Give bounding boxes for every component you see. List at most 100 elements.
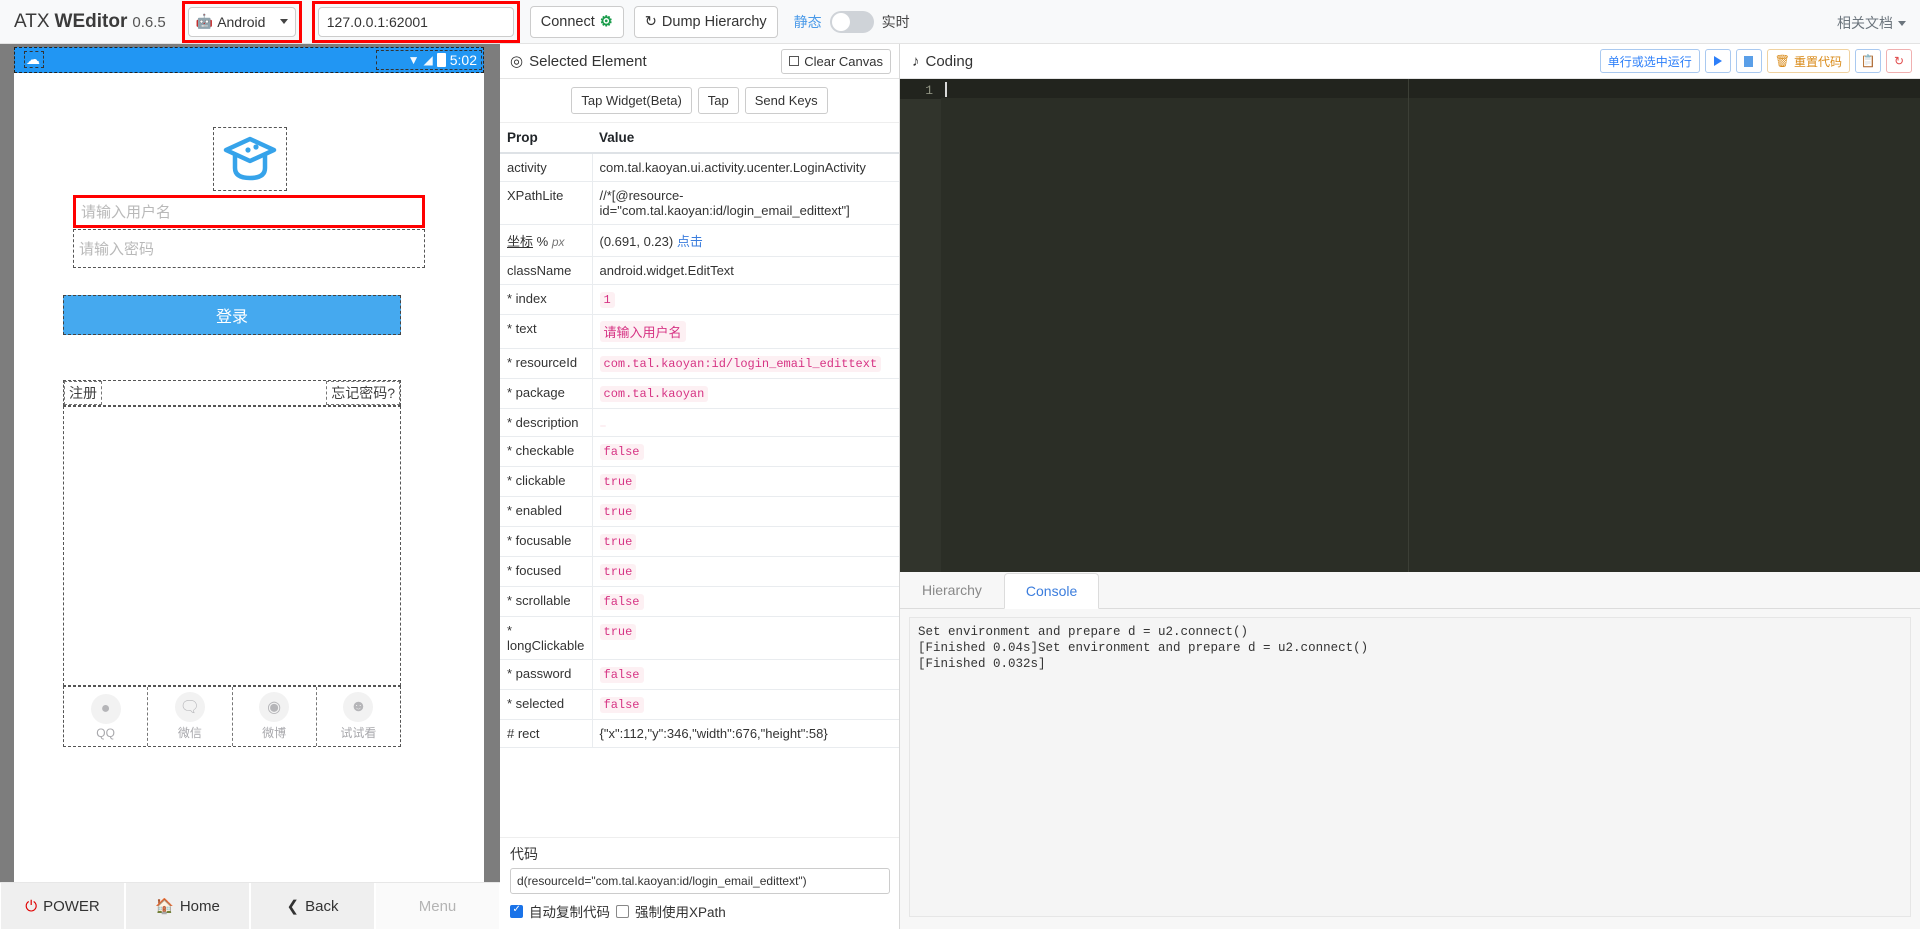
tab-console[interactable]: Console <box>1003 573 1100 609</box>
copy-icon: 📋 <box>1860 54 1876 68</box>
force-xpath-checkbox[interactable] <box>616 904 629 918</box>
toggle-knob <box>831 12 850 31</box>
social-login-wechat[interactable]: 🗨 微信 <box>148 687 233 746</box>
property-key: * package <box>500 378 593 409</box>
coding-title: Coding <box>925 52 974 70</box>
active-line-highlight <box>941 79 1920 98</box>
app-logo[interactable] <box>213 127 287 191</box>
play-icon <box>1713 56 1722 66</box>
code-editor[interactable]: 1 <box>900 79 1920 572</box>
run-button[interactable] <box>1704 49 1731 73</box>
live-mode-toggle[interactable] <box>829 10 874 33</box>
coding-panel: ♪ Coding 单行或选中运行 🗑 重置代码 📋 ↻ 1 Hierarchy … <box>900 44 1920 929</box>
social-login-weibo[interactable]: ◉ 微博 <box>233 687 317 746</box>
dump-hierarchy-label: Dump Hierarchy <box>661 13 767 30</box>
element-actions-row: Tap Widget(Beta) Tap Send Keys <box>500 79 899 123</box>
refresh-code-button[interactable]: ↻ <box>1886 49 1912 73</box>
connect-button[interactable]: Connect ⚙ <box>529 5 624 38</box>
coding-toolbar: 单行或选中运行 🗑 重置代码 📋 ↻ <box>1599 49 1912 73</box>
editor-text-area[interactable] <box>941 79 1920 572</box>
property-value: true <box>592 616 899 660</box>
chevron-down-icon <box>1898 20 1906 26</box>
wechat-icon: 🗨 <box>174 692 205 722</box>
social-label: 微信 <box>177 726 202 740</box>
tab-hierarchy[interactable]: Hierarchy <box>900 572 1004 608</box>
social-login-qq[interactable]: ● QQ <box>64 687 149 746</box>
back-button[interactable]: ❮ Back <box>251 883 374 929</box>
table-row: * text 请输入用户名 <box>500 314 899 349</box>
run-selection-button[interactable]: 单行或选中运行 <box>1599 49 1700 73</box>
device-address-input[interactable] <box>317 6 514 37</box>
property-key: * index <box>500 284 593 315</box>
power-button[interactable]: ⏻ POWER <box>1 883 124 929</box>
property-value: false <box>592 436 899 467</box>
property-key: * description <box>500 408 593 437</box>
copy-code-button[interactable]: 📋 <box>1855 49 1881 73</box>
social-login-try[interactable]: ☻ 试试看 <box>317 687 400 746</box>
property-value: //*[@resource-id="com.tal.kaoyan:id/logi… <box>592 181 899 225</box>
table-body: activity com.tal.kaoyan.ui.activity.ucent… <box>500 153 899 748</box>
menu-button[interactable]: Menu <box>376 883 499 929</box>
home-icon: 🏠 <box>155 898 174 915</box>
related-docs-menu[interactable]: 相关文档 <box>1837 13 1906 33</box>
social-label: QQ <box>96 725 115 740</box>
login-button[interactable]: 登录 <box>63 295 401 335</box>
column-header-prop: Prop <box>500 123 592 154</box>
table-row: className android.widget.EditText <box>500 256 899 285</box>
property-value: false <box>592 586 899 617</box>
property-key: XPathLite <box>500 181 593 225</box>
auto-copy-checkbox[interactable] <box>510 904 523 918</box>
generated-code-input[interactable] <box>510 868 890 894</box>
output-tabs: Hierarchy Console <box>900 572 1920 609</box>
send-keys-button[interactable]: Send Keys <box>744 87 828 114</box>
property-key: * password <box>500 659 593 690</box>
platform-select[interactable]: 🤖 Android <box>187 6 296 37</box>
home-label: Home <box>179 897 220 915</box>
reset-code-label: 重置代码 <box>1793 54 1842 69</box>
status-clock: 5:02 <box>449 52 477 68</box>
coordinate-click-link[interactable]: 点击 <box>677 234 703 249</box>
table-row: * focused true <box>500 556 899 587</box>
table-row: * index 1 <box>500 284 899 315</box>
note-icon: ♪ <box>912 52 920 70</box>
table-row: XPathLite//*[@resource-id="com.tal.kaoya… <box>500 181 899 225</box>
clear-canvas-button[interactable]: Clear Canvas <box>781 48 891 74</box>
home-button[interactable]: 🏠 Home <box>126 883 249 929</box>
reset-code-button[interactable]: 🗑 重置代码 <box>1766 49 1850 73</box>
table-row: * enabled true <box>500 496 899 527</box>
tap-widget-button[interactable]: Tap Widget(Beta) <box>571 87 692 114</box>
forgot-password-link[interactable]: 忘记密码? <box>326 381 400 405</box>
graduation-cap-icon <box>223 136 277 181</box>
device-screen-panel[interactable]: ☁ ▼ ◢ 5:02 请输入用户名 请输入密码 登录 注册 忘记密码? ● QQ… <box>0 44 500 929</box>
property-value: android.widget.EditText <box>592 256 899 285</box>
stop-icon <box>1744 55 1754 67</box>
weibo-icon: ◉ <box>259 692 290 722</box>
device-screenshot[interactable]: ☁ ▼ ◢ 5:02 请输入用户名 请输入密码 登录 注册 忘记密码? ● QQ… <box>14 47 484 882</box>
table-row: * password false <box>500 659 899 690</box>
app-brand: ATX WEditor 0.6.5 <box>14 11 166 33</box>
social-label: 微博 <box>262 726 287 740</box>
stop-button[interactable] <box>1735 49 1762 73</box>
tap-button[interactable]: Tap <box>697 87 739 114</box>
qq-icon: ● <box>90 693 121 724</box>
auto-copy-label: 自动复制代码 <box>529 905 610 920</box>
property-key: * resourceId <box>500 348 593 379</box>
square-icon <box>789 56 800 66</box>
signal-icon: ▼ <box>407 53 420 67</box>
console-output[interactable]: Set environment and prepare d = u2.conne… <box>909 617 1911 917</box>
username-input[interactable]: 请输入用户名 <box>73 195 425 228</box>
menu-label: Menu <box>418 897 457 915</box>
dump-hierarchy-button[interactable]: ↻ Dump Hierarchy <box>633 5 778 38</box>
property-key: className <box>500 256 593 285</box>
android-status-bar: ☁ ▼ ◢ 5:02 <box>14 47 484 73</box>
table-row: * longClickable true <box>500 616 899 660</box>
property-value: true <box>592 496 899 527</box>
property-key: * scrollable <box>500 586 593 617</box>
table-header-row: Prop Value <box>500 123 899 154</box>
property-value: com.tal.kaoyan <box>592 378 899 409</box>
register-link[interactable]: 注册 <box>64 381 102 405</box>
cloud-icon: ☁ <box>26 51 40 67</box>
chevron-down-icon <box>279 19 288 24</box>
password-input[interactable]: 请输入密码 <box>73 229 425 268</box>
property-key: * checkable <box>500 436 593 467</box>
